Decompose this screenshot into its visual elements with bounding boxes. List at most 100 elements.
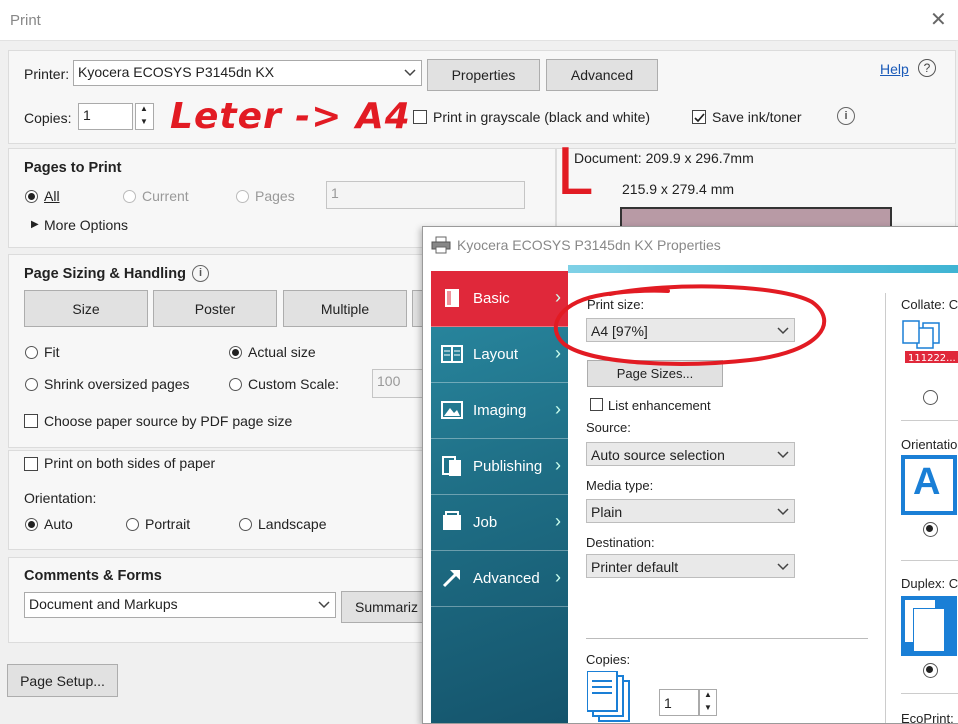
more-options-label[interactable]: More Options — [44, 217, 128, 233]
sidebar-item-imaging[interactable]: Imaging › — [431, 383, 568, 439]
tab-multiple-label: Multiple — [320, 301, 370, 317]
orientation-portrait-icon[interactable]: A — [901, 455, 957, 515]
divider — [901, 420, 958, 421]
duplex-radio[interactable] — [923, 663, 938, 678]
copies-input[interactable]: 1 — [78, 103, 133, 130]
destination-select[interactable]: Printer default — [586, 554, 795, 578]
destination-value: Printer default — [591, 559, 679, 575]
properties-sidebar: Basic › Layout › Imaging › Publishing › … — [431, 271, 568, 723]
close-icon[interactable]: ✕ — [930, 7, 947, 32]
save-ink-checkbox[interactable] — [692, 110, 706, 124]
layout-icon — [441, 345, 463, 363]
pages-range-input[interactable]: 1 — [326, 181, 525, 209]
ecoprint-label: EcoPrint: — [901, 711, 954, 724]
chevron-down-icon — [777, 563, 789, 571]
image-icon — [441, 401, 463, 419]
current-radio[interactable] — [123, 190, 136, 203]
orientation-radio[interactable] — [923, 522, 938, 537]
copies-stepper[interactable]: ▲ ▼ — [135, 103, 154, 130]
pages-label: Pages — [255, 188, 295, 204]
orientation-label-pd: Orientatio — [901, 437, 958, 452]
document-icon — [445, 289, 459, 307]
svg-text:111222...: 111222... — [908, 353, 956, 364]
window-title: Print — [10, 12, 41, 29]
orientation-label: Orientation: — [24, 490, 97, 506]
sidebar-item-label: Layout — [473, 346, 519, 363]
actual-size-label: Actual size — [248, 344, 316, 360]
pages-range-value: 1 — [331, 185, 339, 201]
sidebar-item-label: Advanced — [473, 570, 540, 587]
orientation-landscape-radio[interactable] — [239, 518, 252, 531]
custom-scale-radio[interactable] — [229, 378, 242, 391]
sidebar-item-advanced[interactable]: Advanced › — [431, 551, 568, 607]
copies-value: 1 — [83, 107, 91, 123]
comments-select[interactable]: Document and Markups — [24, 592, 336, 618]
pd-copies-value: 1 — [664, 695, 672, 711]
all-radio[interactable] — [25, 190, 38, 203]
duplex-icon[interactable] — [901, 596, 957, 656]
copies-icon — [587, 671, 630, 722]
media-type-value: Plain — [591, 504, 623, 520]
pages-radio[interactable] — [236, 190, 249, 203]
summarize-label: Summariz — [355, 599, 419, 615]
custom-scale-value: 100 — [377, 373, 401, 389]
source-select[interactable]: Auto source selection — [586, 442, 795, 466]
properties-button[interactable]: Properties — [427, 59, 540, 91]
paper-source-label: Choose paper source by PDF page size — [44, 413, 293, 429]
pages-to-print-heading: Pages to Print — [24, 160, 122, 176]
shrink-radio[interactable] — [25, 378, 38, 391]
custom-scale-label: Custom Scale: — [248, 376, 340, 392]
tab-multiple[interactable]: Multiple — [283, 290, 407, 327]
help-link[interactable]: Help — [880, 61, 909, 77]
comments-heading: Comments & Forms — [24, 568, 162, 584]
page-setup-button[interactable]: Page Setup... — [7, 664, 118, 697]
printer-value: Kyocera ECOSYS P3145dn KX — [78, 64, 275, 80]
actual-size-radio[interactable] — [229, 346, 242, 359]
stepper-up-icon[interactable]: ▲ — [704, 690, 712, 699]
copies-label-pd: Copies: — [586, 652, 631, 667]
printer-label: Printer: — [24, 66, 70, 82]
pd-copies-input[interactable]: 1 — [659, 689, 699, 716]
handwritten-bracket: L — [556, 136, 592, 210]
sidebar-item-publishing[interactable]: Publishing › — [431, 439, 568, 495]
media-type-label: Media type: — [586, 478, 654, 493]
pd-copies-stepper[interactable]: ▲ ▼ — [699, 689, 717, 716]
sidebar-item-job[interactable]: Job › — [431, 495, 568, 551]
sidebar-item-label: Basic — [473, 290, 510, 307]
sidebar-item-layout[interactable]: Layout › — [431, 327, 568, 383]
handwritten-annotation: Leter -> A4 — [170, 96, 411, 137]
both-sides-checkbox[interactable] — [24, 457, 38, 471]
list-enhancement-checkbox[interactable] — [590, 398, 603, 411]
stepper-down-icon[interactable]: ▼ — [704, 703, 712, 712]
grayscale-checkbox[interactable] — [413, 110, 427, 124]
chevron-right-icon: › — [555, 511, 561, 531]
fit-radio[interactable] — [25, 346, 38, 359]
list-enhancement-label: List enhancement — [608, 398, 711, 413]
orientation-auto-radio[interactable] — [25, 518, 38, 531]
info-icon[interactable]: i — [192, 265, 209, 282]
publishing-icon — [442, 456, 461, 476]
all-label: All — [44, 188, 60, 204]
tab-size[interactable]: Size — [24, 290, 148, 327]
column-divider — [885, 293, 886, 723]
advanced-button[interactable]: Advanced — [546, 59, 658, 91]
help-icon[interactable]: ? — [918, 59, 936, 77]
triangle-right-icon[interactable]: ▶ — [31, 219, 39, 230]
tab-poster[interactable]: Poster — [153, 290, 277, 327]
stepper-down-icon[interactable]: ▼ — [140, 117, 148, 126]
header-stripe — [568, 265, 958, 273]
summarize-button[interactable]: Summariz — [341, 591, 431, 623]
orientation-auto-label: Auto — [44, 516, 73, 532]
info-icon[interactable]: i — [837, 107, 855, 125]
printer-select[interactable]: Kyocera ECOSYS P3145dn KX — [73, 60, 422, 86]
paper-source-checkbox[interactable] — [24, 414, 38, 428]
chevron-right-icon: › — [555, 399, 561, 419]
media-type-select[interactable]: Plain — [586, 499, 795, 523]
job-icon — [443, 511, 461, 530]
orientation-portrait-radio[interactable] — [126, 518, 139, 531]
arrow-icon — [442, 570, 460, 588]
fit-label: Fit — [44, 344, 60, 360]
stepper-up-icon[interactable]: ▲ — [140, 104, 148, 113]
sidebar-item-basic[interactable]: Basic › — [431, 271, 568, 327]
collate-radio[interactable] — [923, 390, 938, 405]
